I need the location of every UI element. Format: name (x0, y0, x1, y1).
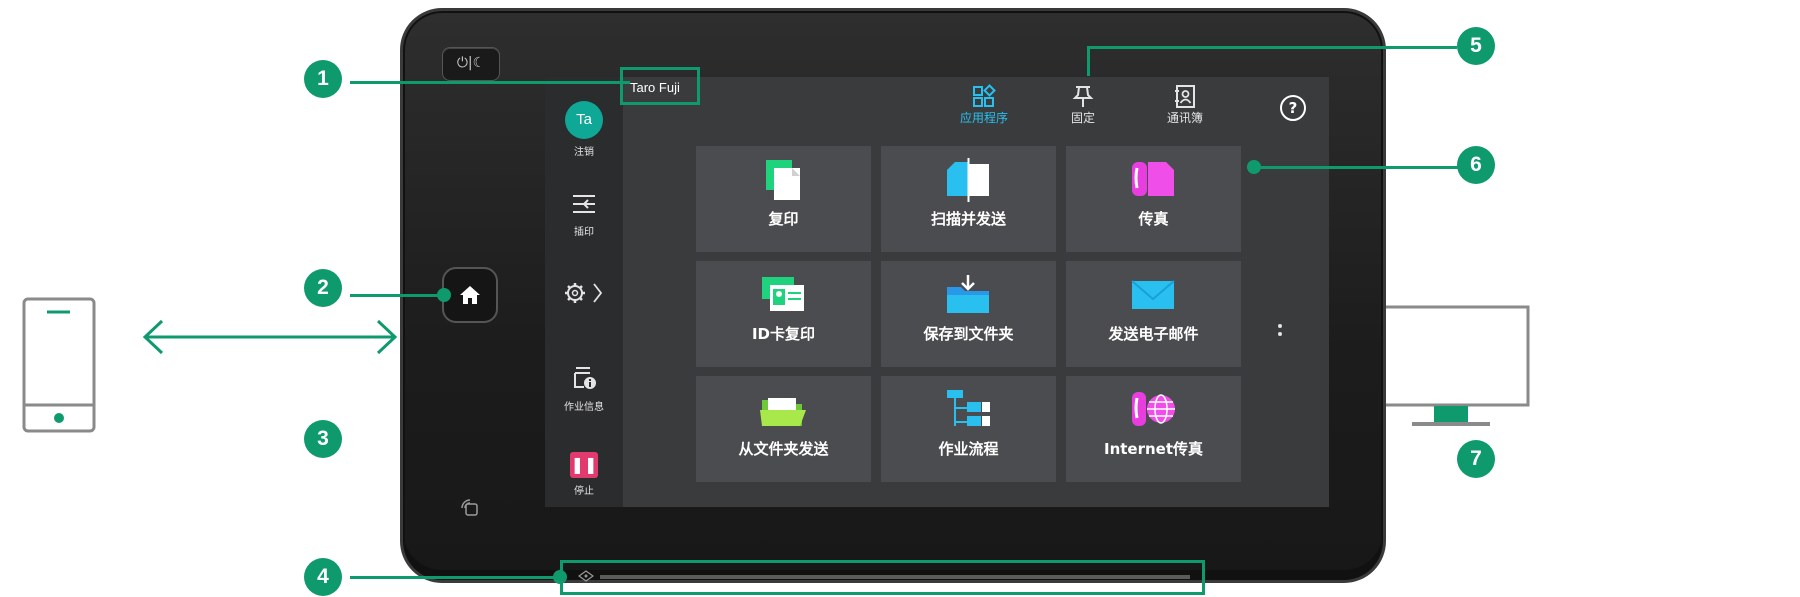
callout-dot-2 (437, 288, 451, 302)
apps-icon (973, 84, 996, 107)
send-from-folder-icon (760, 398, 806, 426)
app-label-job-flow: 作业流程 (938, 440, 999, 458)
callout-dot-6 (1247, 160, 1261, 174)
power-button[interactable]: ⏻|☾ (442, 47, 500, 81)
tab-apps-label: 应用程序 (959, 111, 1008, 125)
pin-icon (1072, 86, 1094, 107)
callout-badge-2: 2 (304, 269, 342, 307)
app-tile-fax[interactable]: 传真 (1066, 146, 1241, 252)
help-icon[interactable]: ? (1280, 95, 1306, 121)
app-label-save-folder: 保存到文件夹 (923, 325, 1014, 343)
app-tile-save-folder[interactable]: 保存到文件夹 (881, 261, 1056, 367)
callout-box-user-name (620, 67, 700, 105)
app-tile-copy[interactable]: 复印 (696, 146, 871, 252)
settings-button[interactable] (545, 280, 623, 309)
app-tile-job-flow[interactable]: 作业流程 (881, 376, 1056, 482)
page-indicator[interactable] (1277, 320, 1283, 336)
app-label-id-card-copy: ID卡复印 (751, 325, 816, 343)
callout-badge-1: 1 (304, 60, 342, 98)
id-card-copy-icon (762, 277, 804, 311)
app-label-fax: 传真 (1138, 210, 1169, 228)
callout-badge-6: 6 (1457, 146, 1495, 184)
save-folder-icon (947, 275, 989, 313)
nfc-icon (461, 499, 478, 516)
bidirectional-arrow-mobile (142, 319, 398, 355)
callout-line-6 (1254, 166, 1459, 169)
tab-address-book[interactable]: 通讯簿 (1145, 83, 1225, 126)
interrupt-icon (573, 195, 595, 213)
app-label-email: 发送电子邮件 (1108, 325, 1199, 343)
copy-icon (766, 160, 800, 200)
callout-badge-7: 7 (1457, 440, 1495, 478)
logout-button[interactable]: Ta 注销 (545, 101, 623, 158)
app-tile-send-from-folder[interactable]: 从文件夹发送 (696, 376, 871, 482)
interrupt-button[interactable]: 插印 (545, 192, 623, 238)
app-label-internet-fax: Internet传真 (1103, 440, 1204, 458)
page-dot (1278, 332, 1282, 336)
stop-icon: ❚❚ (570, 452, 598, 478)
callout-line-4 (350, 576, 560, 579)
job-info-label: 作业信息 (564, 402, 604, 413)
tab-address-book-label: 通讯簿 (1166, 111, 1203, 125)
avatar: Ta (565, 101, 603, 139)
page-dot (1278, 324, 1282, 328)
app-tile-internet-fax[interactable]: Internet传真 (1066, 376, 1241, 482)
job-info-icon (574, 367, 596, 389)
tab-apps[interactable]: 应用程序 (944, 83, 1024, 126)
stop-button[interactable]: ❚❚ 停止 (545, 452, 623, 497)
app-label-copy: 复印 (768, 210, 799, 228)
callout-box-status-bar (560, 560, 1205, 595)
app-tile-scan-send[interactable]: 扫描并发送 (881, 146, 1056, 252)
app-tile-email[interactable]: 发送电子邮件 (1066, 261, 1241, 367)
callout-badge-4: 4 (304, 558, 342, 596)
tab-pin-label: 固定 (1070, 111, 1095, 125)
job-info-button[interactable]: 作业信息 (545, 365, 623, 413)
logout-label: 注销 (574, 147, 594, 158)
app-label-send-from-folder: 从文件夹发送 (738, 440, 829, 458)
internet-fax-icon (1132, 392, 1175, 426)
home-icon (460, 286, 480, 304)
callout-line-2 (350, 294, 440, 297)
email-icon (1131, 280, 1175, 309)
callout-vline-5 (1087, 46, 1090, 76)
fax-icon (1132, 162, 1174, 196)
settings-icon (565, 283, 603, 303)
app-tile-id-card-copy[interactable]: ID卡复印 (696, 261, 871, 367)
monitor-icon (1372, 305, 1530, 426)
address-book-icon (1175, 85, 1195, 108)
callout-line-5 (1087, 46, 1457, 49)
job-flow-icon (947, 390, 990, 426)
app-label-scan-send: 扫描并发送 (930, 210, 1006, 228)
stop-label: 停止 (574, 486, 594, 497)
callout-line-1 (350, 81, 630, 84)
scan-send-icon (947, 158, 989, 202)
callout-badge-3: 3 (304, 420, 342, 458)
callout-badge-5: 5 (1457, 27, 1495, 65)
interrupt-label: 插印 (574, 227, 594, 238)
mobile-phone-icon (22, 297, 96, 433)
tab-pin[interactable]: 固定 (1043, 83, 1123, 126)
